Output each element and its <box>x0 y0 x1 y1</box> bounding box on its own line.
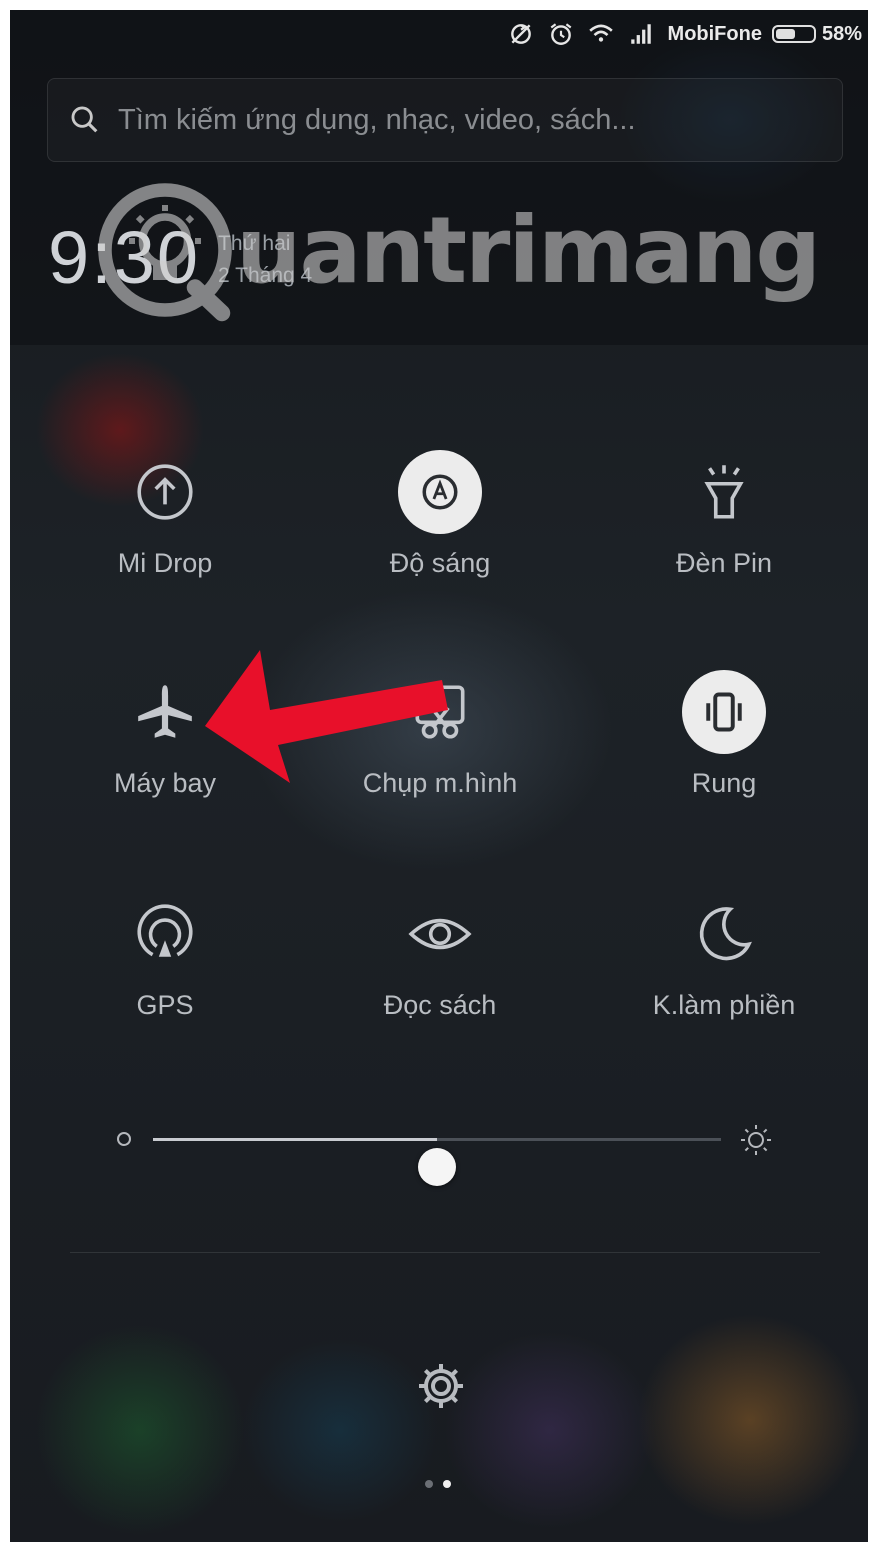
flashlight-icon <box>704 465 744 519</box>
page-indicator <box>425 1480 451 1488</box>
airplane-icon <box>138 685 192 738</box>
eye-icon <box>408 918 472 950</box>
toggle-label: Mi Drop <box>117 548 213 578</box>
brightness-slider[interactable] <box>10 1110 868 1186</box>
vibrate-icon <box>706 692 742 732</box>
toggle-brightness[interactable]: Độ sáng <box>320 450 560 630</box>
toggle-label: Rung <box>691 768 757 798</box>
search-input[interactable] <box>116 102 820 138</box>
toggle-icon-wrap <box>123 892 207 976</box>
wifi-icon <box>588 24 613 42</box>
watermark-logo: uantrimang <box>90 175 821 325</box>
toggle-airplane[interactable]: Máy bay <box>45 670 285 850</box>
auto-brightness-icon <box>422 474 458 510</box>
toggle-icon-wrap <box>682 670 766 754</box>
divider <box>70 1252 820 1253</box>
toggle-label: Đèn Pin <box>675 548 773 578</box>
search-icon <box>71 106 98 133</box>
toggle-gps[interactable]: GPS <box>45 892 285 1072</box>
battery-icon <box>771 25 816 43</box>
toggle-screenshot[interactable]: Chụp m.hình <box>320 670 560 850</box>
battery-fill <box>775 29 796 39</box>
toggle-do-not-disturb[interactable]: K.làm phiền <box>604 892 844 1072</box>
brightness-high-icon <box>741 1125 771 1155</box>
status-bar: MobiFone 58% <box>10 10 868 58</box>
toggle-label: Độ sáng <box>389 548 491 578</box>
toggle-label: GPS <box>136 990 194 1020</box>
sync-off-icon <box>510 24 531 44</box>
search-bar[interactable] <box>47 78 843 162</box>
mi-drop-icon <box>137 464 193 520</box>
toggle-icon-wrap <box>398 670 482 754</box>
toggle-vibrate[interactable]: Rung <box>604 670 844 850</box>
watermark-text: uantrimang <box>236 196 821 304</box>
gps-icon <box>137 904 193 957</box>
signal-icon <box>630 24 651 44</box>
settings-gear-icon[interactable] <box>415 1360 467 1412</box>
battery-indicator: 58% <box>771 22 862 46</box>
toggle-icon-wrap <box>123 670 207 754</box>
toggle-icon-wrap <box>682 892 766 976</box>
toggle-icon-wrap <box>398 892 482 976</box>
toggle-icon-wrap <box>398 450 482 534</box>
toggle-mi-drop[interactable]: Mi Drop <box>45 450 285 630</box>
toggle-icon-wrap <box>123 450 207 534</box>
brightness-track-fill <box>153 1138 437 1141</box>
quick-settings-screen: MobiFone 58% 9:30 Thứ hai 2 Tháng 4 uant… <box>10 10 868 1542</box>
brightness-thumb[interactable] <box>418 1148 456 1186</box>
alarm-icon <box>550 23 571 45</box>
carrier-name: MobiFone <box>667 22 762 45</box>
moon-icon <box>699 907 752 961</box>
toggle-label: Máy bay <box>113 768 217 798</box>
page-dot-2[interactable] <box>443 1480 451 1488</box>
brightness-low-icon <box>117 1132 131 1146</box>
toggle-label: K.làm phiền <box>652 990 796 1020</box>
screenshot-icon <box>415 685 465 739</box>
toggle-flashlight[interactable]: Đèn Pin <box>604 450 844 630</box>
toggle-label: Chụp m.hình <box>362 768 518 798</box>
page-dot-1[interactable] <box>425 1480 433 1488</box>
battery-percent: 58% <box>821 22 862 45</box>
brightness-track[interactable] <box>153 1138 721 1186</box>
toggle-reading-mode[interactable]: Đọc sách <box>320 892 560 1072</box>
toggle-label: Đọc sách <box>383 990 497 1020</box>
toggle-icon-wrap <box>682 450 766 534</box>
lightbulb-logo-icon <box>98 183 232 322</box>
